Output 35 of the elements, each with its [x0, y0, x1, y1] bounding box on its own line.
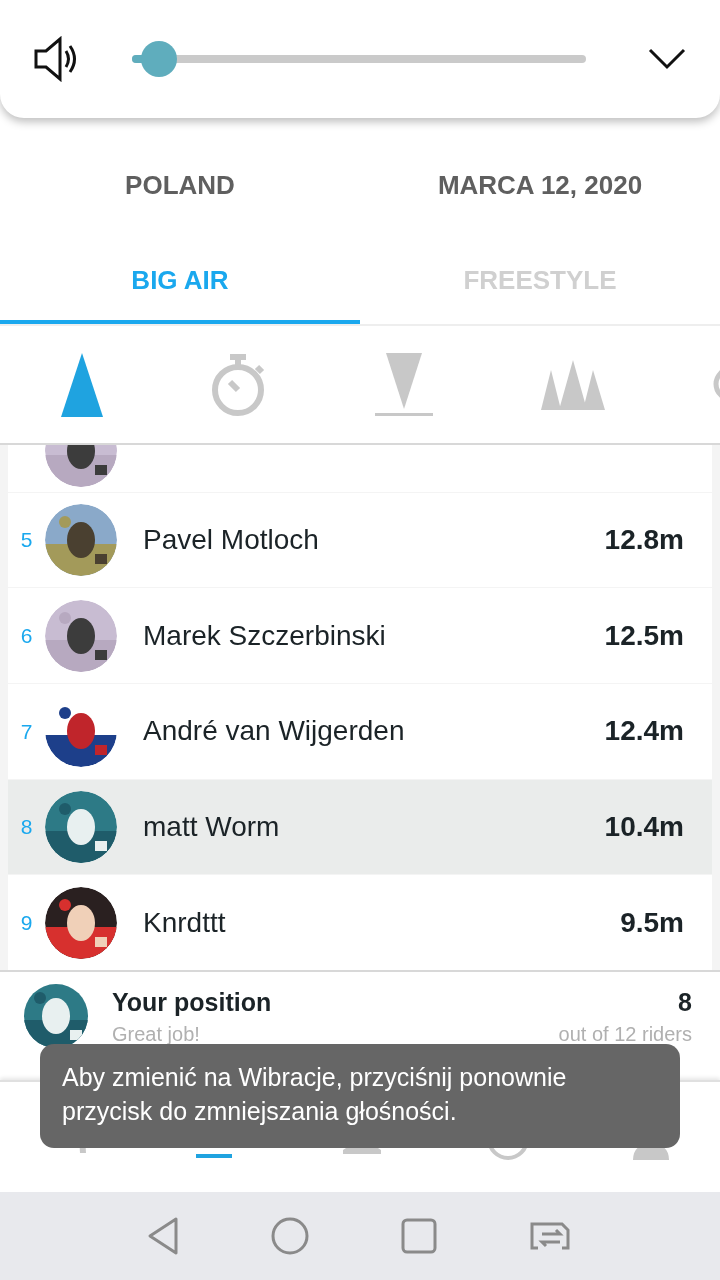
- country-label: POLAND: [124, 168, 236, 202]
- leaderboard-row[interactable]: 8 matt Worm 10.4m: [8, 779, 712, 875]
- triangle-icon: [61, 352, 103, 417]
- rider-score: 10.4m: [604, 810, 684, 845]
- rank-number: 6: [19, 623, 34, 649]
- rank-number: 8: [19, 814, 34, 841]
- rider-name: matt Worm: [143, 810, 281, 845]
- leaderboard-row[interactable]: 9 Knrdttt 9.5m: [8, 875, 712, 970]
- rider-score: 12.8m: [604, 523, 684, 558]
- rank-number: 9: [19, 909, 34, 936]
- rider-name: André van Wijgerden: [143, 714, 406, 749]
- rider-score: 12.5m: [604, 618, 684, 653]
- chevron-down-icon[interactable]: [648, 48, 686, 70]
- home-icon[interactable]: [271, 1217, 310, 1255]
- rank-number: 5: [19, 527, 34, 554]
- rider-name: Marek Szczerbinski: [143, 618, 387, 653]
- landing-icon: [375, 352, 433, 417]
- leaderboard-row[interactable]: 7 André van Wijgerden 12.4m: [8, 684, 712, 779]
- leaderboard-row[interactable]: 6 Marek Szczerbinski 12.5m: [8, 588, 712, 684]
- rider-name: Knrdttt: [143, 905, 227, 940]
- date-label: MARCA 12, 2020: [436, 168, 644, 202]
- your-rank: 8: [678, 987, 692, 1018]
- rider-score: 9.5m: [620, 905, 684, 940]
- rider-total: out of 12 riders: [558, 1021, 692, 1046]
- peaks-icon: [541, 359, 605, 410]
- recents-icon[interactable]: [400, 1218, 437, 1254]
- stopwatch-icon: [211, 352, 267, 417]
- slider-thumb[interactable]: [141, 41, 178, 77]
- your-position-title: Your position: [112, 987, 273, 1018]
- rider-score: 12.4m: [604, 714, 684, 749]
- rider-name: Pavel Motloch: [143, 523, 320, 558]
- rank-number: 7: [19, 718, 34, 745]
- leaderboard-row[interactable]: 5 Pavel Motloch 12.8m: [8, 492, 712, 588]
- volume-toast: Aby zmienić na Wibracje, przyciśnij ponownie przycisk do zmniejszania głośności.: [40, 1044, 680, 1148]
- your-position-subtitle: Great job!: [112, 1021, 201, 1046]
